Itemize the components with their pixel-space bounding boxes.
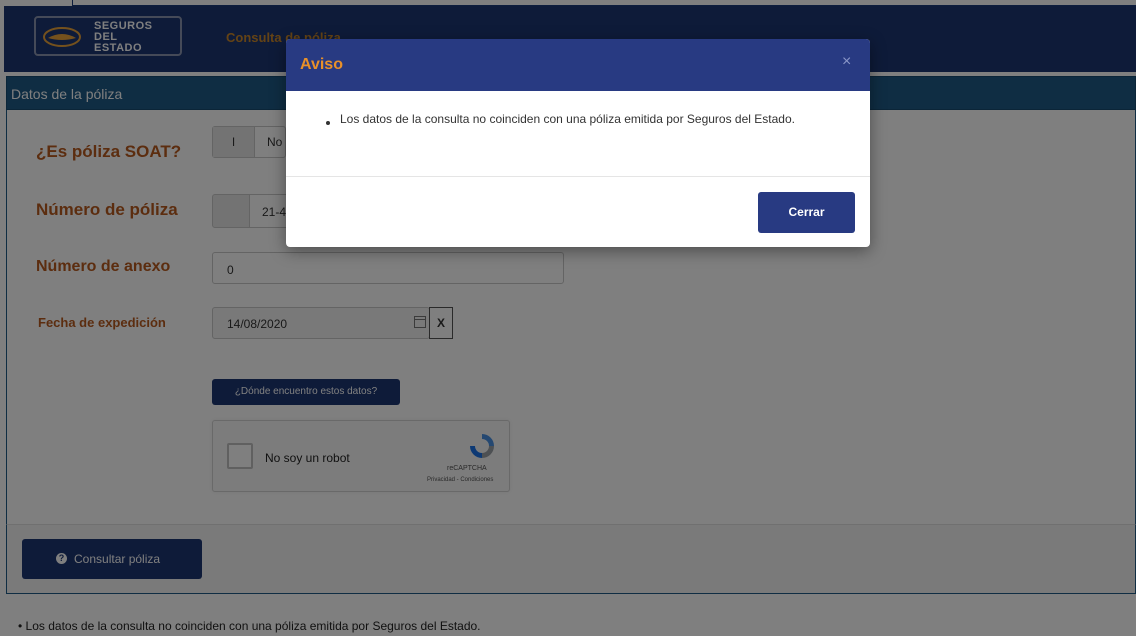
- close-icon[interactable]: ×: [842, 53, 851, 71]
- dialog-body: Los datos de la consulta no coinciden co…: [286, 91, 870, 177]
- bullet-icon: [326, 121, 330, 125]
- cerrar-button[interactable]: Cerrar: [758, 192, 855, 233]
- dialog-title: Aviso: [300, 56, 343, 73]
- dialog-message: Los datos de la consulta no coinciden co…: [340, 112, 795, 126]
- dialog-header: Aviso ×: [286, 39, 870, 91]
- aviso-dialog: Aviso × Los datos de la consulta no coin…: [286, 39, 870, 247]
